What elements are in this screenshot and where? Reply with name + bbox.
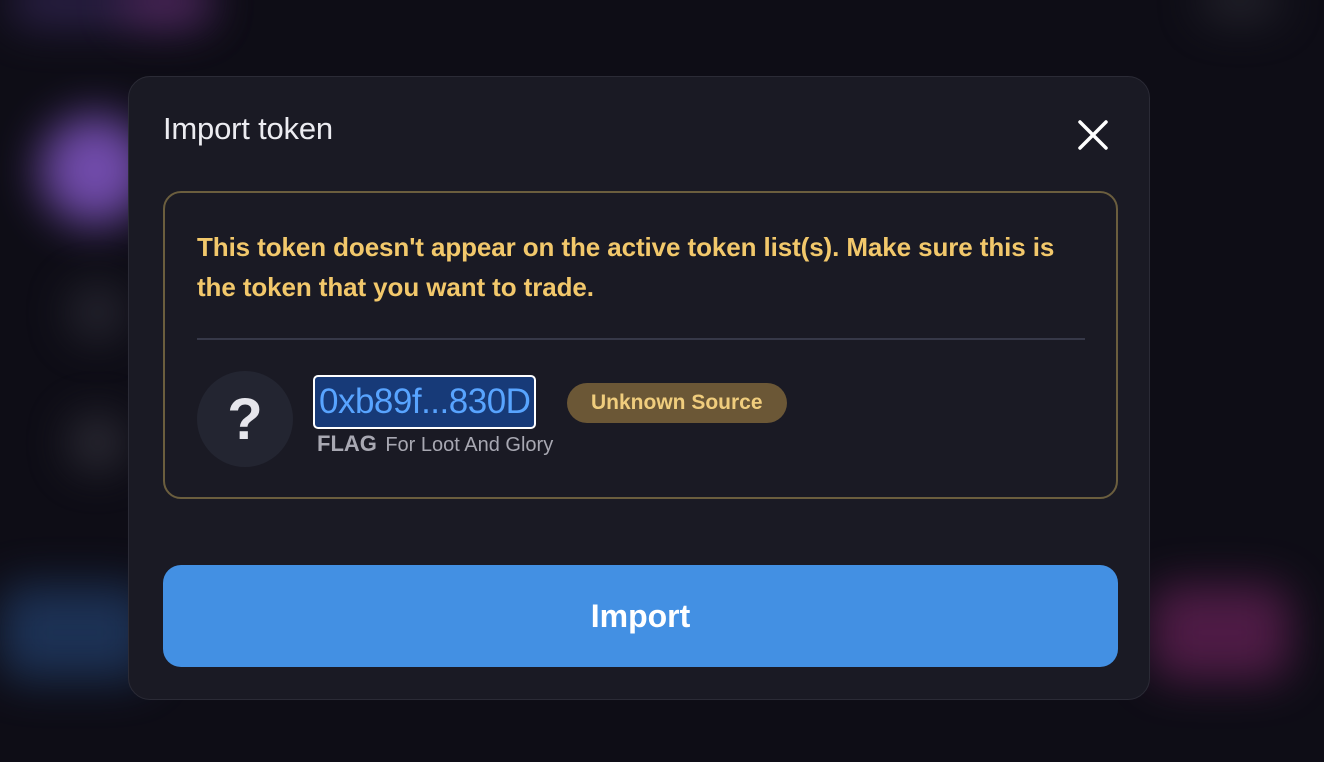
token-address-link[interactable]: 0xb89f...830D — [313, 375, 537, 429]
background-blur — [1150, 585, 1290, 680]
warning-box: This token doesn't appear on the active … — [163, 191, 1118, 499]
modal-title: Import token — [163, 111, 333, 146]
token-name: For Loot And Glory — [385, 434, 554, 456]
divider — [197, 338, 1085, 340]
import-token-modal: Import token This token doesn't appear o… — [128, 76, 1150, 700]
import-button[interactable]: Import — [163, 565, 1118, 667]
unknown-source-badge: Unknown Source — [567, 383, 787, 423]
close-button[interactable] — [1073, 115, 1113, 155]
token-info: FLAG For Loot And Glory — [317, 431, 553, 457]
background-blur — [70, 415, 125, 470]
close-icon — [1078, 120, 1108, 150]
unknown-token-icon: ? — [197, 371, 293, 467]
token-symbol: FLAG — [317, 431, 377, 456]
background-blur — [70, 285, 125, 340]
warning-message: This token doesn't appear on the active … — [197, 232, 1055, 302]
background-blur — [1200, 0, 1280, 20]
background-blur — [120, 0, 210, 22]
